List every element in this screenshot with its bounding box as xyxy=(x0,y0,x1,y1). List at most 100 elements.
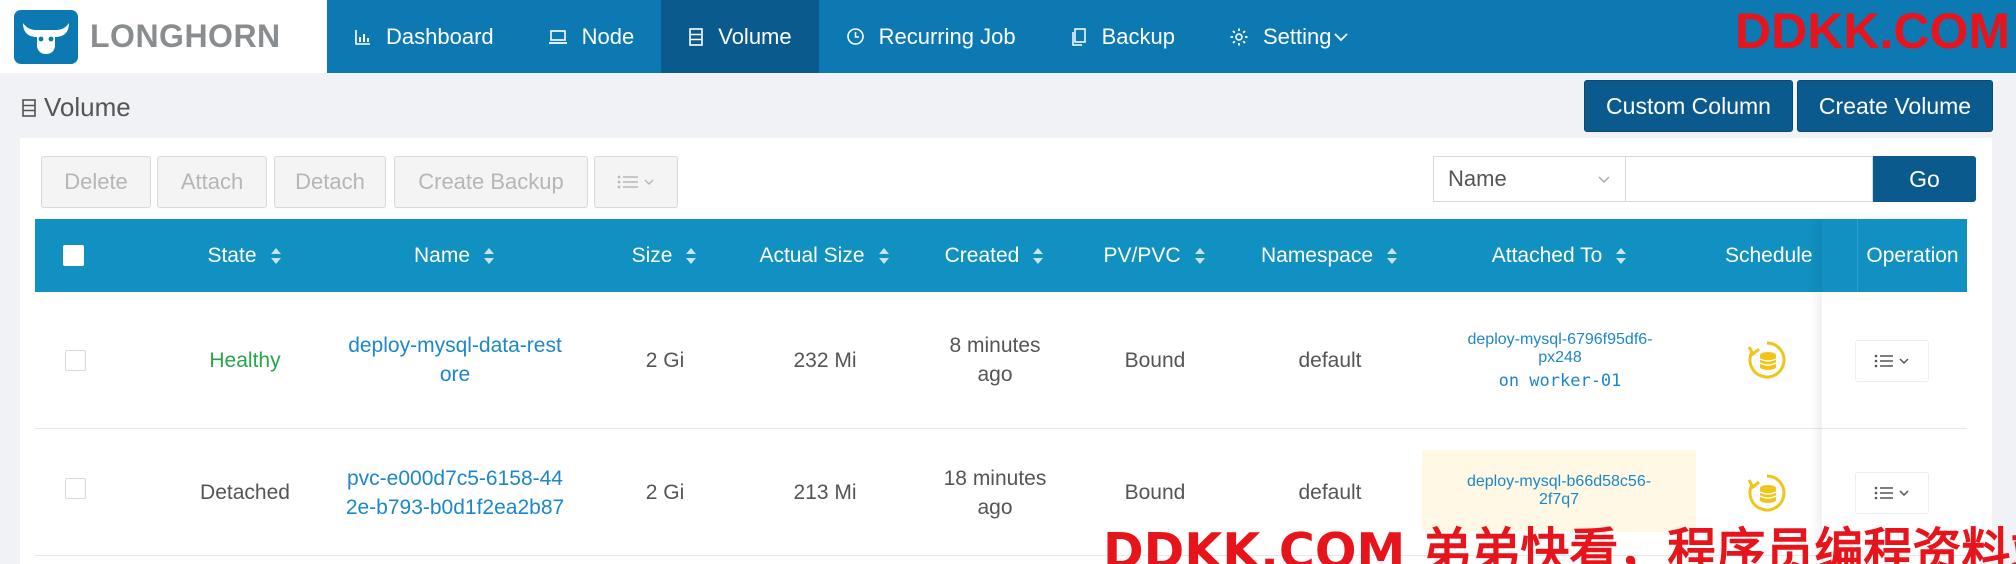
column-header-schedule-label: Schedule xyxy=(1725,243,1813,267)
chevron-down-icon xyxy=(644,179,654,186)
attach-button[interactable]: Attach xyxy=(157,156,267,208)
longhorn-bull-icon xyxy=(14,9,78,64)
table-header: State Name Size Actual Size Created PV/P… xyxy=(35,219,1967,292)
table-row[interactable]: Healthy deploy-mysql-data-rest ore 2 Gi … xyxy=(35,292,1967,429)
top-navbar: LONGHORN Dashboard Node Volume Recurring… xyxy=(0,0,2016,73)
volume-name-link[interactable]: deploy-mysql-data-rest ore xyxy=(335,292,575,428)
attached-pod-line: 2f7q7 xyxy=(1538,491,1580,508)
volume-name-line: pvc-e000d7c5-6158-44 xyxy=(347,466,563,490)
nav-dashboard[interactable]: Dashboard xyxy=(327,0,521,73)
schedule-cell xyxy=(1725,292,1835,428)
column-header-size[interactable]: Size xyxy=(600,219,730,292)
sort-icon xyxy=(269,246,283,266)
nav-node-label: Node xyxy=(581,23,635,49)
nav-dashboard-label: Dashboard xyxy=(386,23,494,49)
search-input[interactable] xyxy=(1625,156,1873,202)
column-header-attached-to[interactable]: Attached To xyxy=(1425,219,1695,292)
recurring-clock-icon xyxy=(846,28,864,45)
created-line: 8 minutes xyxy=(949,334,1041,357)
page-title: Volume xyxy=(20,92,131,123)
column-header-state[interactable]: State xyxy=(160,219,330,292)
chevron-down-icon xyxy=(1899,358,1909,365)
nav-setting[interactable]: Setting xyxy=(1202,0,1377,73)
nav-recurring-job[interactable]: Recurring Job xyxy=(819,0,1043,73)
search-field-select[interactable]: Name xyxy=(1433,156,1625,202)
sort-icon xyxy=(684,246,698,266)
operation-menu-button[interactable] xyxy=(1855,340,1929,382)
pvpvc-cell: Bound xyxy=(1124,348,1186,372)
node-laptop-icon xyxy=(548,29,567,44)
list-menu-icon xyxy=(617,175,638,189)
backup-copy-icon xyxy=(1071,27,1086,46)
column-header-operation: Operation xyxy=(1857,219,1967,292)
volume-name-link[interactable]: pvc-e000d7c5-6158-44 2e-b793-b0d1f2ea2b8… xyxy=(335,430,575,555)
state-cell: Detached xyxy=(200,481,290,504)
column-header-name-label: Name xyxy=(413,243,471,267)
attached-node: on worker-01 xyxy=(1498,370,1622,391)
column-header-actual-size[interactable]: Actual Size xyxy=(735,219,915,292)
volume-name-line: deploy-mysql-data-rest xyxy=(348,334,562,357)
volume-database-icon xyxy=(689,27,704,46)
created-cell: 8 minutes ago xyxy=(915,292,1075,428)
attached-pod-line: deploy-mysql-b66d58c56- xyxy=(1466,473,1652,490)
actual-size-cell: 232 Mi xyxy=(793,348,857,372)
state-cell: Healthy xyxy=(209,348,281,372)
logo-text: LONGHORN xyxy=(90,18,281,54)
row-checkbox[interactable] xyxy=(65,478,86,499)
created-cell: 18 minutes ago xyxy=(915,430,1075,555)
bulk-actions-dropdown[interactable] xyxy=(594,156,678,208)
column-header-name[interactable]: Name xyxy=(375,219,535,292)
search-field-value: Name xyxy=(1448,166,1507,191)
list-menu-icon xyxy=(1874,486,1893,500)
dashboard-chart-icon xyxy=(355,29,370,45)
nav-backup[interactable]: Backup xyxy=(1043,0,1202,73)
attached-pod-line: deploy-mysql-6796f95df6- xyxy=(1467,330,1653,348)
created-line: ago xyxy=(977,495,1013,519)
column-header-operation-label: Operation xyxy=(1866,243,1959,267)
nav-volume[interactable]: Volume xyxy=(661,0,819,73)
column-header-pvpvc[interactable]: PV/PVC xyxy=(1075,219,1235,292)
column-header-state-label: State xyxy=(207,243,257,267)
detach-button[interactable]: Detach xyxy=(274,156,386,208)
create-backup-button[interactable]: Create Backup xyxy=(394,156,588,208)
column-header-actual-size-label: Actual Size xyxy=(759,243,865,267)
volume-name-line: 2e-b793-b0d1f2ea2b87 xyxy=(345,495,565,519)
chevron-down-icon xyxy=(1334,32,1349,41)
size-cell: 2 Gi xyxy=(645,481,685,504)
watermark-top: DDKK.COM xyxy=(1735,3,2010,59)
size-cell: 2 Gi xyxy=(645,348,685,372)
namespace-cell: default xyxy=(1298,348,1362,372)
column-header-created-label: Created xyxy=(944,243,1020,267)
create-volume-button[interactable]: Create Volume xyxy=(1797,80,1993,132)
nav-node[interactable]: Node xyxy=(521,0,662,73)
operation-menu-button[interactable] xyxy=(1855,472,1929,514)
column-header-pvpvc-label: PV/PVC xyxy=(1103,243,1181,267)
sort-icon xyxy=(877,246,891,266)
column-header-schedule[interactable]: Schedule xyxy=(1725,219,1857,292)
gear-icon xyxy=(1230,28,1248,45)
go-button[interactable]: Go xyxy=(1873,156,1976,202)
column-header-namespace[interactable]: Namespace xyxy=(1235,219,1425,292)
sort-icon xyxy=(482,246,496,266)
nav-recurring-job-label: Recurring Job xyxy=(878,23,1016,49)
row-checkbox[interactable] xyxy=(65,350,86,371)
page-title-text: Volume xyxy=(44,92,131,122)
delete-button[interactable]: Delete xyxy=(41,156,151,208)
column-header-size-label: Size xyxy=(631,243,673,267)
volume-database-icon xyxy=(22,98,36,117)
recurring-backup-icon[interactable] xyxy=(1745,338,1789,382)
recurring-backup-icon[interactable] xyxy=(1745,471,1789,515)
select-all-checkbox[interactable] xyxy=(63,245,84,266)
list-menu-icon xyxy=(1874,354,1893,368)
created-line: 18 minutes xyxy=(943,466,1047,490)
attached-to-cell[interactable]: deploy-mysql-6796f95df6- px248 on worker… xyxy=(1425,292,1695,429)
sort-icon xyxy=(1193,246,1207,266)
logo[interactable]: LONGHORN xyxy=(0,0,327,73)
chevron-down-icon xyxy=(1598,176,1610,184)
volume-name-line: ore xyxy=(439,363,471,386)
column-header-created[interactable]: Created xyxy=(915,219,1075,292)
watermark-bottom: DDKK.COM 弟弟快看，程序员编程资料站 xyxy=(1103,523,2016,564)
main-nav: Dashboard Node Volume Recurring Job Back… xyxy=(327,0,1376,73)
sort-icon xyxy=(1614,246,1628,266)
custom-column-button[interactable]: Custom Column xyxy=(1584,80,1793,132)
